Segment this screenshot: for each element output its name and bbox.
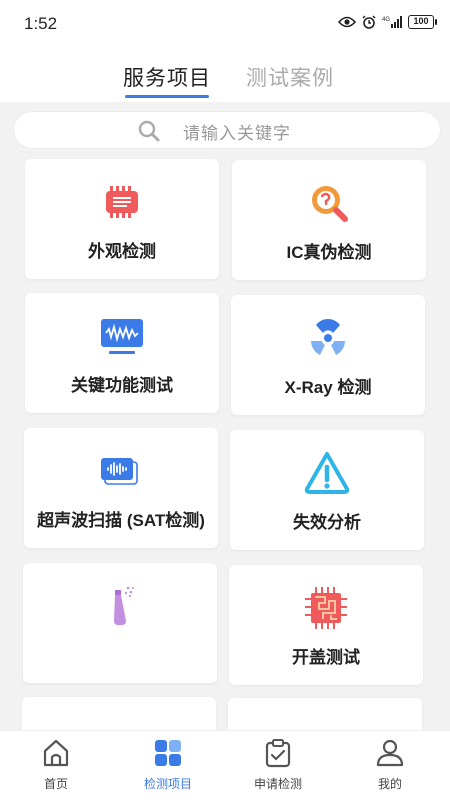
service-card-xray[interactable]: X-Ray 检测 [231,295,425,415]
grid-icon [155,740,181,766]
battery-indicator: 100 [408,15,437,29]
service-label: X-Ray 检测 [284,378,372,397]
nav-services[interactable]: 检测项目 [112,731,224,800]
eye-icon [338,16,356,28]
service-label: 关键功能测试 [71,376,173,395]
nav-label: 检测项目 [143,777,192,791]
status-bar: 1:52 4G 100 [0,0,450,46]
ultrasound-icon [101,458,138,485]
clipboard-check-icon [265,739,291,768]
app-screen: 1:52 4G 100 服务项目 测试案例 请输入关键字 外观检测 IC真伪检测… [0,0,450,800]
warning-icon [304,452,350,494]
user-icon [376,739,404,767]
service-card-ic-authenticity[interactable]: IC真伪检测 [232,160,426,280]
nav-label: 首页 [43,777,68,791]
tab-test-cases[interactable]: 测试案例 [246,62,334,92]
nav-label: 我的 [377,777,402,791]
service-card-appearance[interactable]: 外观检测 [25,159,219,279]
service-card-function-test[interactable]: 关键功能测试 [25,293,219,413]
radiation-icon [311,319,345,355]
service-card-sat[interactable]: 超声波扫描 (SAT检测) [24,428,218,548]
nav-home[interactable]: 首页 [0,731,112,800]
service-label: 失效分析 [293,513,361,532]
top-tabs: 服务项目 测试案例 [0,46,450,102]
status-icons: 4G 100 [338,15,437,29]
monitor-wave-icon [101,319,143,354]
signal-icon: 4G [382,16,402,28]
home-icon [43,739,69,767]
service-card-spray[interactable] [23,563,217,683]
search-input[interactable]: 请输入关键字 [14,112,440,148]
alarm-icon [362,15,376,29]
spray-icon [114,586,134,625]
active-tab-indicator [125,95,209,98]
service-card-failure-analysis[interactable]: 失效分析 [230,430,424,550]
nav-profile[interactable]: 我的 [334,731,446,800]
bottom-tab-bar: 首页 检测项目 申请检测 我的 [0,730,450,800]
search-placeholder: 请输入关键字 [183,124,291,143]
service-label: 开盖测试 [292,648,360,667]
svg-text:4G: 4G [382,17,390,23]
search-icon [138,120,160,142]
service-card-decap[interactable]: 开盖测试 [229,565,423,685]
tab-services[interactable]: 服务项目 [123,62,211,92]
status-time: 1:52 [24,14,58,33]
nav-apply[interactable]: 申请检测 [222,731,334,800]
chip-circuit-icon [305,587,347,629]
service-label: 超声波扫描 (SAT检测) [37,511,205,530]
service-label: IC真伪检测 [286,243,372,262]
chip-icon [106,186,138,218]
service-label: 外观检测 [88,242,156,261]
magnify-icon [312,186,348,222]
nav-label: 申请检测 [253,777,302,791]
